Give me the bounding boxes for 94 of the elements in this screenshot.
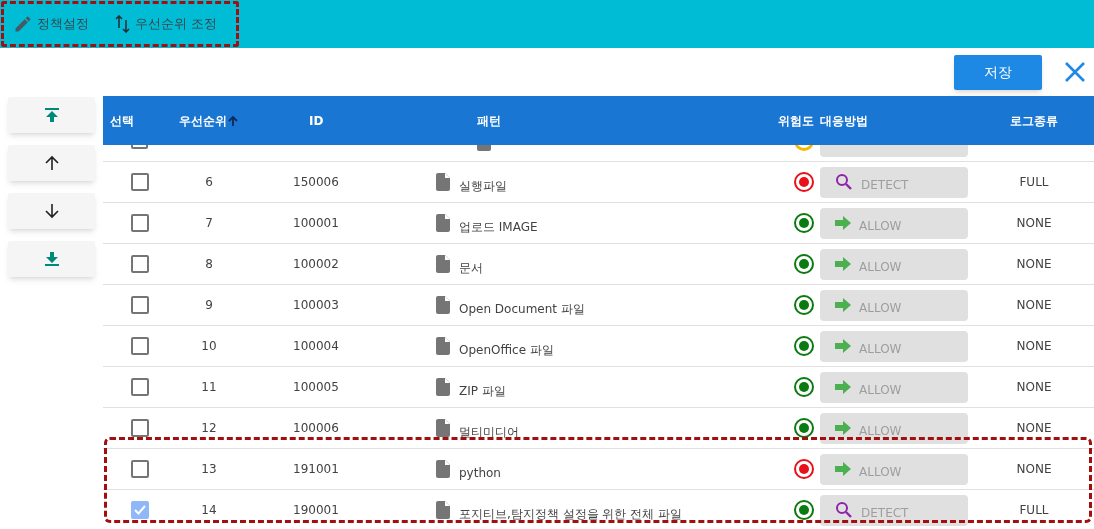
toolbar-button[interactable]: 정책설정 — [13, 14, 89, 34]
priority-cell-text: 10 — [201, 338, 217, 355]
action-button[interactable]: ALLOW — [820, 330, 968, 362]
pattern-cell-text: 멀티미디어 — [459, 424, 519, 441]
column-header[interactable]: 패턴 — [477, 111, 501, 130]
column-header[interactable]: ID — [309, 111, 324, 130]
log-type-cell-text: FULL — [1019, 174, 1049, 191]
log-type-cell-text: FULL — [1019, 502, 1049, 519]
move-to-top-icon — [43, 107, 60, 123]
column-header[interactable]: 위험도 — [778, 111, 814, 130]
action-button[interactable]: ALLOW — [820, 371, 968, 403]
pattern-cell-text: 포지티브,탐지정책 설정을 위한 전체 파일 — [459, 506, 683, 523]
arrow-right-icon — [835, 257, 851, 271]
column-header[interactable]: 대응방법 — [820, 111, 868, 130]
id-cell: 100001 — [293, 216, 339, 230]
file-icon — [436, 378, 450, 396]
id-cell: 100004 — [293, 339, 339, 353]
checkbox[interactable] — [131, 460, 149, 478]
log-type-cell-text: NONE — [1016, 379, 1052, 396]
arrow-right-icon — [835, 216, 851, 230]
move-to-bottom-icon — [43, 251, 60, 267]
pattern-cell-text: python — [459, 465, 501, 482]
close-icon[interactable] — [1064, 61, 1086, 83]
arrow-right-icon — [835, 298, 851, 312]
checkbox[interactable] — [131, 173, 149, 191]
id-cell: 100002 — [293, 257, 339, 271]
move-button[interactable] — [8, 97, 95, 133]
priority-cell-text: 13 — [201, 461, 217, 478]
log-type-cell-text: NONE — [1016, 338, 1052, 355]
file-icon — [436, 337, 450, 355]
log-type-cell-text: NONE — [1016, 215, 1052, 232]
file-icon — [436, 419, 450, 437]
move-button[interactable] — [8, 241, 95, 277]
file-icon — [436, 501, 450, 519]
pattern-cell-text: 업로드 IMAGE — [459, 219, 538, 236]
column-header[interactable]: 로그종류 — [1010, 111, 1058, 130]
column-header[interactable]: 선택 — [110, 111, 134, 130]
checkbox[interactable] — [131, 378, 149, 396]
log-type-cell-text: NONE — [1016, 461, 1052, 478]
log-type-cell-text: NONE — [1016, 256, 1052, 273]
pattern-cell-text: 문서 — [459, 260, 483, 277]
action-button[interactable]: ALLOW — [820, 412, 968, 444]
checkbox[interactable] — [131, 337, 149, 355]
checkbox[interactable] — [131, 255, 149, 273]
action-button[interactable]: ALLOW — [820, 207, 968, 239]
action-button[interactable]: ALLOW — [820, 248, 968, 280]
checkbox[interactable] — [131, 501, 149, 519]
file-icon — [436, 214, 450, 232]
pattern-cell-text: Open Document 파일 — [459, 301, 585, 318]
pattern-cell-text: OpenOffice 파일 — [459, 342, 554, 359]
file-icon — [436, 296, 450, 314]
arrow-up-icon — [43, 155, 60, 171]
priority-cell-text: 8 — [205, 256, 213, 273]
checkbox[interactable] — [131, 419, 149, 437]
arrow-right-icon — [835, 462, 851, 476]
arrow-right-icon — [835, 421, 851, 435]
arrow-right-icon — [835, 339, 851, 353]
action-button[interactable]: DETECT — [820, 494, 968, 526]
id-cell: 190001 — [293, 503, 339, 517]
save-button[interactable]: 저장 — [954, 54, 1042, 90]
search-icon — [835, 501, 853, 519]
checkbox[interactable] — [131, 214, 149, 232]
sort-arrows-icon — [115, 15, 131, 33]
id-cell: 100003 — [293, 298, 339, 312]
pencil-icon — [13, 14, 33, 34]
file-icon — [477, 145, 491, 151]
log-type-cell-text: NONE — [1016, 297, 1052, 314]
priority-cell-text: 11 — [201, 379, 217, 396]
action-button[interactable]: ALLOW — [820, 453, 968, 485]
id-cell: 191001 — [293, 462, 339, 476]
log-type-cell-text: NONE — [1016, 420, 1052, 437]
priority-cell-text: 7 — [205, 215, 213, 232]
id-cell: 100005 — [293, 380, 339, 394]
priority-cell-text: 12 — [201, 420, 217, 437]
arrow-right-icon — [835, 380, 851, 394]
priority-cell-text: 14 — [201, 502, 217, 519]
search-icon — [835, 173, 853, 191]
sort-arrow-icon — [227, 114, 239, 127]
check-icon — [134, 505, 146, 515]
id-cell: 100006 — [293, 421, 339, 435]
file-icon — [436, 460, 450, 478]
checkbox[interactable] — [131, 296, 149, 314]
action-button[interactable]: ALLOW — [820, 289, 968, 321]
pattern-cell-text: 실행파일 — [459, 178, 507, 195]
file-icon — [436, 173, 450, 191]
id-cell: 150006 — [293, 175, 339, 189]
column-header[interactable]: 우선순위 — [179, 111, 239, 130]
priority-cell-text: 9 — [205, 297, 213, 314]
pattern-cell-text: ZIP 파일 — [459, 383, 506, 400]
action-button[interactable]: DETECT — [820, 166, 968, 198]
toolbar-button[interactable]: 우선순위 조정 — [115, 14, 218, 34]
file-icon — [436, 255, 450, 273]
arrow-down-icon — [43, 203, 60, 219]
priority-cell-text: 6 — [205, 174, 213, 191]
